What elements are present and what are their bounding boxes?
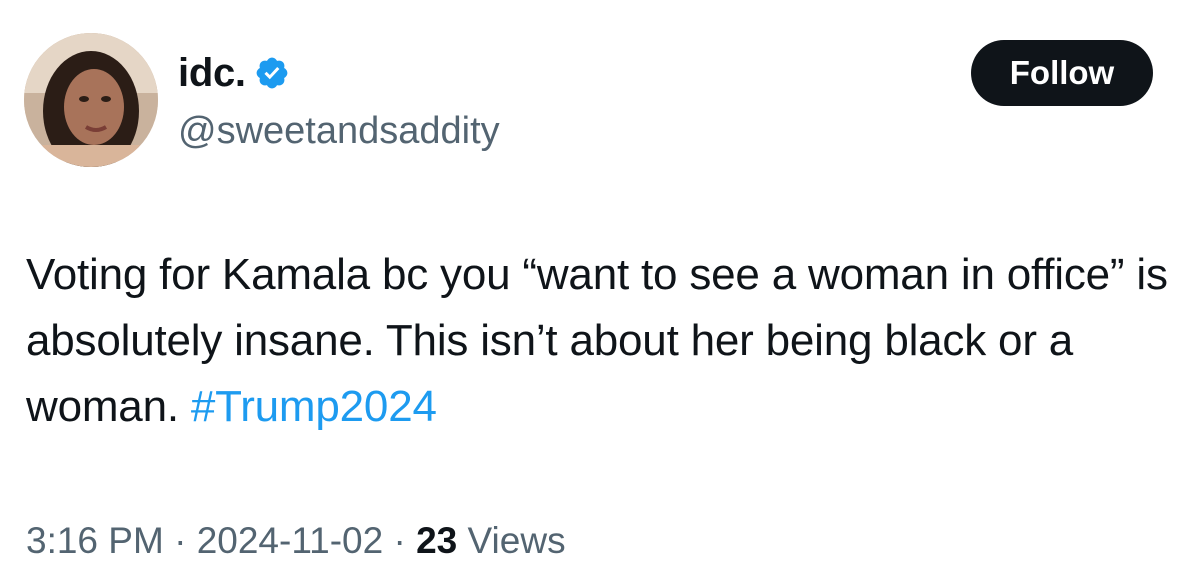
meta-separator: · xyxy=(383,520,417,561)
author-name-row: idc. xyxy=(178,48,290,98)
display-name[interactable]: idc. xyxy=(178,48,246,98)
tweet-time[interactable]: 3:16 PM xyxy=(26,520,164,561)
avatar[interactable] xyxy=(24,33,158,167)
tweet-date[interactable]: 2024-11-02 xyxy=(197,520,384,561)
views-count: 23 xyxy=(416,520,458,561)
tweet-card: idc. @sweetandsaddity Follow Voting for … xyxy=(0,0,1200,578)
tweet-metadata: 3:16 PM · 2024-11-02 · 23 Views xyxy=(26,516,566,566)
meta-separator: · xyxy=(163,520,197,561)
hashtag-link[interactable]: #Trump2024 xyxy=(191,382,437,431)
verified-badge-icon xyxy=(254,55,290,91)
follow-button[interactable]: Follow xyxy=(971,40,1153,106)
views-label: Views xyxy=(457,520,566,561)
author-handle[interactable]: @sweetandsaddity xyxy=(178,108,500,154)
tweet-text: Voting for Kamala bc you “want to see a … xyxy=(26,242,1176,440)
profile-photo-icon xyxy=(24,33,158,167)
